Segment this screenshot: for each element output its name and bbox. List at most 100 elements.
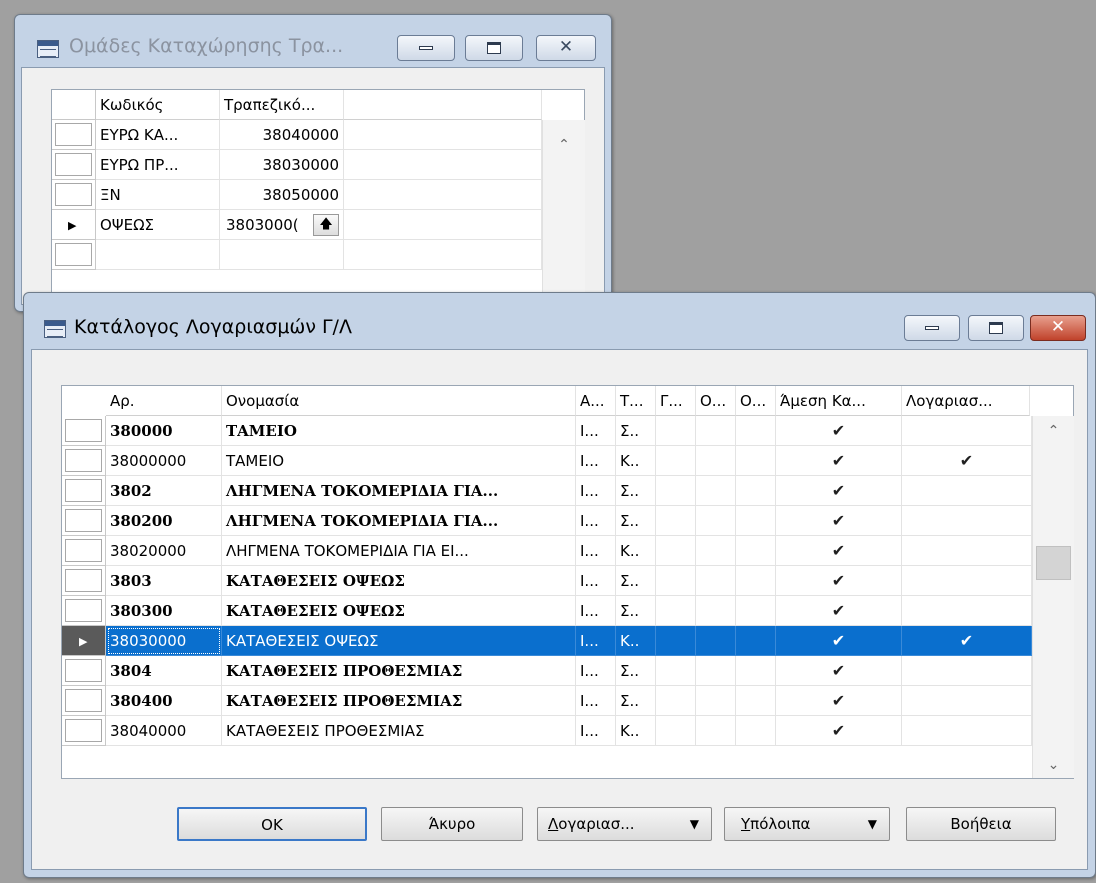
column-header-t[interactable]: Τ... bbox=[616, 386, 656, 416]
a-cell[interactable]: Ι... bbox=[576, 686, 616, 716]
table-row[interactable]: ΕΥΡΩ ΠΡ... 38030000 bbox=[52, 150, 542, 180]
t-cell[interactable]: Σ.. bbox=[616, 476, 656, 506]
account-name-cell[interactable]: ΚΑΤΑΘΕΣΕΙΣ ΟΨΕΩΣ bbox=[222, 596, 576, 626]
g-cell[interactable] bbox=[656, 506, 696, 536]
row-selector[interactable] bbox=[52, 180, 96, 210]
column-header-number[interactable]: Αρ. bbox=[106, 386, 222, 416]
column-header-a[interactable]: Α... bbox=[576, 386, 616, 416]
account-number-cell[interactable]: 38030000 bbox=[106, 626, 222, 656]
code-cell[interactable]: ΟΨΕΩΣ bbox=[96, 210, 220, 240]
a-cell[interactable]: Ι... bbox=[576, 566, 616, 596]
direct-posting-cell[interactable]: ✔ bbox=[776, 506, 902, 536]
row-selector[interactable] bbox=[62, 566, 106, 596]
t-cell[interactable]: Σ.. bbox=[616, 686, 656, 716]
account-number-cell[interactable]: 38000000 bbox=[106, 446, 222, 476]
o2-cell[interactable] bbox=[736, 416, 776, 446]
t-cell[interactable]: Σ.. bbox=[616, 506, 656, 536]
o1-cell[interactable] bbox=[696, 686, 736, 716]
g-cell[interactable] bbox=[656, 626, 696, 656]
g-cell[interactable] bbox=[656, 416, 696, 446]
t-cell[interactable]: Κ.. bbox=[616, 626, 656, 656]
account-menu-button[interactable]: Λογαριασ... ▼ bbox=[537, 807, 712, 841]
o2-cell[interactable] bbox=[736, 686, 776, 716]
o1-cell[interactable] bbox=[696, 506, 736, 536]
g-cell[interactable] bbox=[656, 566, 696, 596]
o2-cell[interactable] bbox=[736, 626, 776, 656]
gl-accounts-grid[interactable]: Αρ. Ονομασία Α... Τ... Γ... Ο... Ο... Άμ… bbox=[61, 385, 1074, 779]
balance-menu-button[interactable]: Υπόλοιπα ▼ bbox=[724, 807, 890, 841]
row-selector[interactable] bbox=[52, 150, 96, 180]
direct-posting-cell[interactable]: ✔ bbox=[776, 716, 902, 746]
o1-cell[interactable] bbox=[696, 566, 736, 596]
scroll-thumb[interactable] bbox=[1036, 546, 1071, 580]
scroll-up-icon[interactable]: ⌃ bbox=[1033, 420, 1074, 442]
account-flag-cell[interactable]: ✔ bbox=[902, 446, 1032, 476]
account-cell[interactable] bbox=[220, 240, 344, 270]
account-number-cell[interactable]: 380300 bbox=[106, 596, 222, 626]
column-header-code[interactable]: Κωδικός bbox=[96, 90, 220, 120]
o1-cell[interactable] bbox=[696, 716, 736, 746]
account-name-cell[interactable]: ΚΑΤΑΘΕΣΕΙΣ ΠΡΟΘΕΣΜΙΑΣ bbox=[222, 656, 576, 686]
t-cell[interactable]: Σ.. bbox=[616, 596, 656, 626]
account-name-cell[interactable]: ΚΑΤΑΘΕΣΕΙΣ ΠΡΟΘΕΣΜΙΑΣ bbox=[222, 686, 576, 716]
o2-cell[interactable] bbox=[736, 566, 776, 596]
a-cell[interactable]: Ι... bbox=[576, 626, 616, 656]
row-selector[interactable] bbox=[52, 120, 96, 150]
account-name-cell[interactable]: ΤΑΜΕΙΟ bbox=[222, 416, 576, 446]
account-flag-cell[interactable] bbox=[902, 596, 1032, 626]
account-flag-cell[interactable] bbox=[902, 566, 1032, 596]
t-cell[interactable]: Σ.. bbox=[616, 656, 656, 686]
minimize-button[interactable] bbox=[904, 315, 960, 341]
row-selector[interactable] bbox=[62, 506, 106, 536]
table-row-selected[interactable]: ▶ 38030000 ΚΑΤΑΘΕΣΕΙΣ ΟΨΕΩΣ Ι... Κ.. ✔ ✔ bbox=[62, 626, 1032, 656]
account-number-cell[interactable]: 38040000 bbox=[106, 716, 222, 746]
o1-cell[interactable] bbox=[696, 596, 736, 626]
column-header-o1[interactable]: Ο... bbox=[696, 386, 736, 416]
column-header-o2[interactable]: Ο... bbox=[736, 386, 776, 416]
table-row[interactable]: ΕΥΡΩ ΚΑ... 38040000 bbox=[52, 120, 542, 150]
table-row[interactable]: 38040000 ΚΑΤΑΘΕΣΕΙΣ ΠΡΟΘΕΣΜΙΑΣ Ι... Κ.. ✔ bbox=[62, 716, 1032, 746]
row-selector[interactable] bbox=[52, 240, 96, 270]
o2-cell[interactable] bbox=[736, 536, 776, 566]
account-number-cell[interactable]: 3804 bbox=[106, 656, 222, 686]
direct-posting-cell[interactable]: ✔ bbox=[776, 476, 902, 506]
o1-cell[interactable] bbox=[696, 476, 736, 506]
o2-cell[interactable] bbox=[736, 596, 776, 626]
code-cell[interactable] bbox=[96, 240, 220, 270]
code-cell[interactable]: ΕΥΡΩ ΠΡ... bbox=[96, 150, 220, 180]
account-cell[interactable]: 38030000 bbox=[220, 150, 344, 180]
account-name-cell[interactable]: ΛΗΓΜΕΝΑ ΤΟΚΟΜΕΡΙΔΙΑ ΓΙΑ... bbox=[222, 476, 576, 506]
account-flag-cell[interactable] bbox=[902, 536, 1032, 566]
column-header-g[interactable]: Γ... bbox=[656, 386, 696, 416]
table-row[interactable]: 3803 ΚΑΤΑΘΕΣΕΙΣ ΟΨΕΩΣ Ι... Σ.. ✔ bbox=[62, 566, 1032, 596]
code-cell[interactable]: ΕΥΡΩ ΚΑ... bbox=[96, 120, 220, 150]
ok-button[interactable]: OK bbox=[177, 807, 367, 841]
column-header-direct-posting[interactable]: Άμεση Κα... bbox=[776, 386, 902, 416]
a-cell[interactable]: Ι... bbox=[576, 416, 616, 446]
account-flag-cell[interactable] bbox=[902, 656, 1032, 686]
account-number-cell[interactable]: 38020000 bbox=[106, 536, 222, 566]
o2-cell[interactable] bbox=[736, 446, 776, 476]
o2-cell[interactable] bbox=[736, 716, 776, 746]
account-number-cell[interactable]: 380200 bbox=[106, 506, 222, 536]
row-selector-current[interactable]: ▶ bbox=[52, 210, 96, 240]
help-button[interactable]: Βοήθεια bbox=[906, 807, 1056, 841]
account-number-cell[interactable]: 3802 bbox=[106, 476, 222, 506]
o1-cell[interactable] bbox=[696, 656, 736, 686]
account-flag-cell[interactable]: ✔ bbox=[902, 626, 1032, 656]
posting-groups-titlebar[interactable]: Ομάδες Καταχώρησης Τρα... ✕ bbox=[15, 15, 611, 63]
table-row[interactable]: 380300 ΚΑΤΑΘΕΣΕΙΣ ΟΨΕΩΣ Ι... Σ.. ✔ bbox=[62, 596, 1032, 626]
t-cell[interactable]: Κ.. bbox=[616, 446, 656, 476]
row-selector[interactable] bbox=[62, 686, 106, 716]
direct-posting-cell[interactable]: ✔ bbox=[776, 416, 902, 446]
close-button[interactable]: ✕ bbox=[1030, 315, 1086, 341]
code-cell[interactable]: ΞΝ bbox=[96, 180, 220, 210]
posting-groups-scrollbar[interactable]: ⌃ bbox=[542, 120, 585, 312]
account-cell[interactable]: 38040000 bbox=[220, 120, 344, 150]
o1-cell[interactable] bbox=[696, 446, 736, 476]
account-name-cell[interactable]: ΚΑΤΑΘΕΣΕΙΣ ΟΨΕΩΣ bbox=[222, 566, 576, 596]
gl-accounts-titlebar[interactable]: Κατάλογος Λογαριασμών Γ/Λ ✕ bbox=[24, 293, 1095, 341]
table-row[interactable]: 380200 ΛΗΓΜΕΝΑ ΤΟΚΟΜΕΡΙΔΙΑ ΓΙΑ... Ι... Σ.. ✔ bbox=[62, 506, 1032, 536]
cancel-button[interactable]: Άκυρο bbox=[381, 807, 523, 841]
account-name-cell[interactable]: ΛΗΓΜΕΝΑ ΤΟΚΟΜΕΡΙΔΙΑ ΓΙΑ... bbox=[222, 506, 576, 536]
